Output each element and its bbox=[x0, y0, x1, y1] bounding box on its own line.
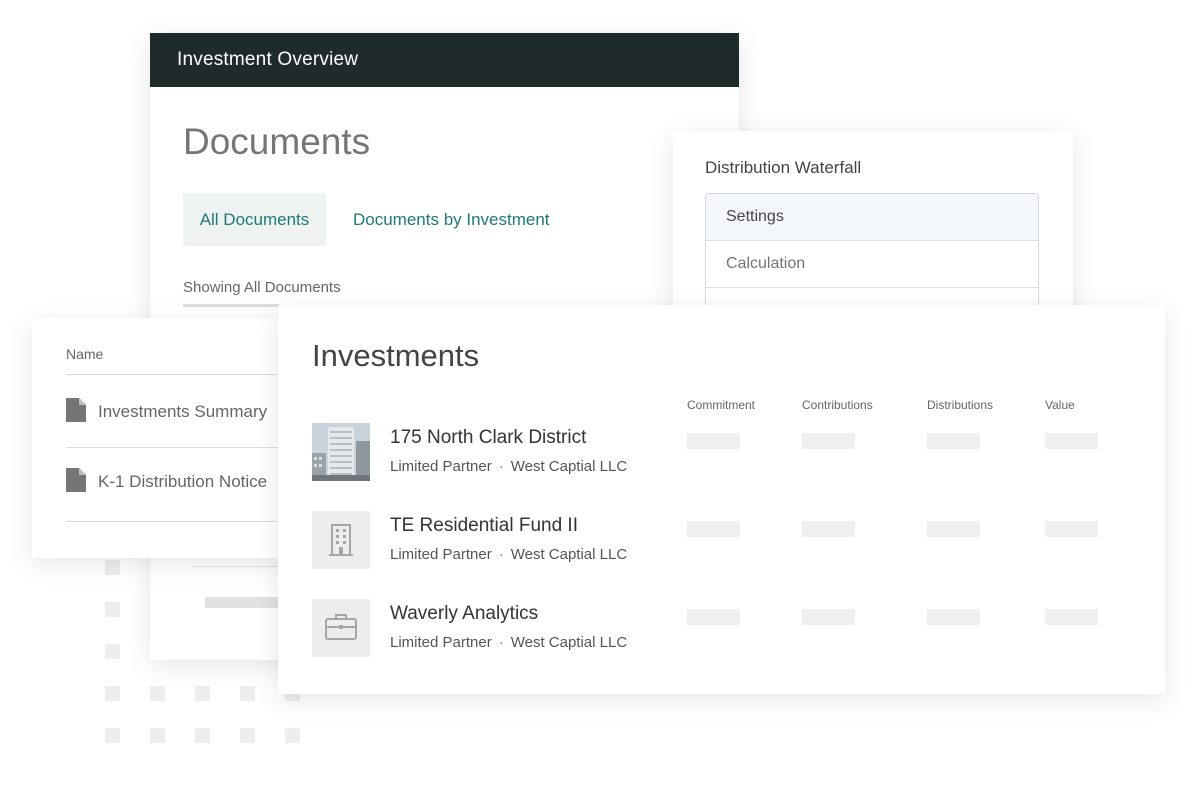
investment-role: Limited Partner bbox=[390, 634, 492, 651]
commitment-placeholder bbox=[687, 433, 740, 449]
separator: · bbox=[498, 458, 504, 475]
column-header-value: Value bbox=[1045, 398, 1075, 412]
file-icon bbox=[66, 468, 86, 492]
distributions-placeholder bbox=[927, 521, 980, 537]
column-header-name: Name bbox=[66, 346, 104, 362]
commitment-placeholder bbox=[687, 521, 740, 537]
investment-details: Limited Partner · West Captial LLC bbox=[390, 458, 627, 475]
investment-name[interactable]: 175 North Clark District bbox=[390, 427, 586, 449]
investment-row[interactable]: TE Residential Fund II Limited Partner · W… bbox=[312, 511, 1132, 571]
investments-panel: Investments Commitment Contributions Dis… bbox=[278, 305, 1165, 694]
documents-table: Name Investments Summary K-1 Distributio… bbox=[32, 318, 294, 558]
briefcase-icon bbox=[312, 599, 370, 657]
column-header-contributions: Contributions bbox=[802, 398, 873, 412]
divider bbox=[66, 521, 294, 522]
separator: · bbox=[498, 546, 504, 563]
separator: · bbox=[498, 634, 504, 651]
distribution-waterfall-panel: Distribution Waterfall Settings Calculat… bbox=[673, 131, 1073, 334]
menu-item-settings[interactable]: Settings bbox=[706, 194, 1038, 241]
panel-header: Investment Overview bbox=[150, 33, 739, 87]
filter-status: Showing All Documents bbox=[183, 279, 341, 296]
placeholder-bar bbox=[205, 597, 280, 608]
value-placeholder bbox=[1045, 433, 1098, 449]
investment-row[interactable]: Waverly Analytics Limited Partner · West C… bbox=[312, 599, 1132, 659]
menu-item-calculation[interactable]: Calculation bbox=[706, 241, 1038, 288]
building-icon bbox=[312, 511, 370, 569]
distributions-placeholder bbox=[927, 433, 980, 449]
file-name[interactable]: K-1 Distribution Notice bbox=[98, 472, 267, 492]
divider bbox=[192, 566, 280, 567]
investment-entity: West Captial LLC bbox=[510, 458, 628, 475]
building-photo-thumbnail bbox=[312, 423, 370, 481]
divider bbox=[66, 374, 294, 375]
panel-title: Investments bbox=[312, 338, 480, 373]
distributions-placeholder bbox=[927, 609, 980, 625]
contributions-placeholder bbox=[802, 433, 855, 449]
investment-details: Limited Partner · West Captial LLC bbox=[390, 546, 627, 563]
commitment-placeholder bbox=[687, 609, 740, 625]
page-title: Documents bbox=[183, 121, 371, 162]
investment-entity: West Captial LLC bbox=[510, 546, 628, 563]
column-header-commitment: Commitment bbox=[687, 398, 756, 412]
filter-underline bbox=[183, 304, 279, 307]
value-placeholder bbox=[1045, 609, 1098, 625]
investment-details: Limited Partner · West Captial LLC bbox=[390, 634, 627, 651]
file-name[interactable]: Investments Summary bbox=[98, 402, 267, 422]
contributions-placeholder bbox=[802, 521, 855, 537]
investment-entity: West Captial LLC bbox=[510, 634, 628, 651]
investment-name[interactable]: Waverly Analytics bbox=[390, 603, 538, 625]
panel-title: Distribution Waterfall bbox=[705, 158, 862, 177]
value-placeholder bbox=[1045, 521, 1098, 537]
tab-all-documents[interactable]: All Documents bbox=[183, 193, 326, 246]
investment-row[interactable]: 175 North Clark District Limited Partner… bbox=[312, 423, 1132, 483]
tab-documents-by-investment[interactable]: Documents by Investment bbox=[353, 193, 550, 246]
investment-role: Limited Partner bbox=[390, 458, 492, 475]
investment-name[interactable]: TE Residential Fund II bbox=[390, 515, 578, 537]
contributions-placeholder bbox=[802, 609, 855, 625]
column-header-distributions: Distributions bbox=[927, 398, 994, 412]
divider bbox=[66, 447, 294, 448]
file-icon bbox=[66, 398, 86, 422]
investment-role: Limited Partner bbox=[390, 546, 492, 563]
